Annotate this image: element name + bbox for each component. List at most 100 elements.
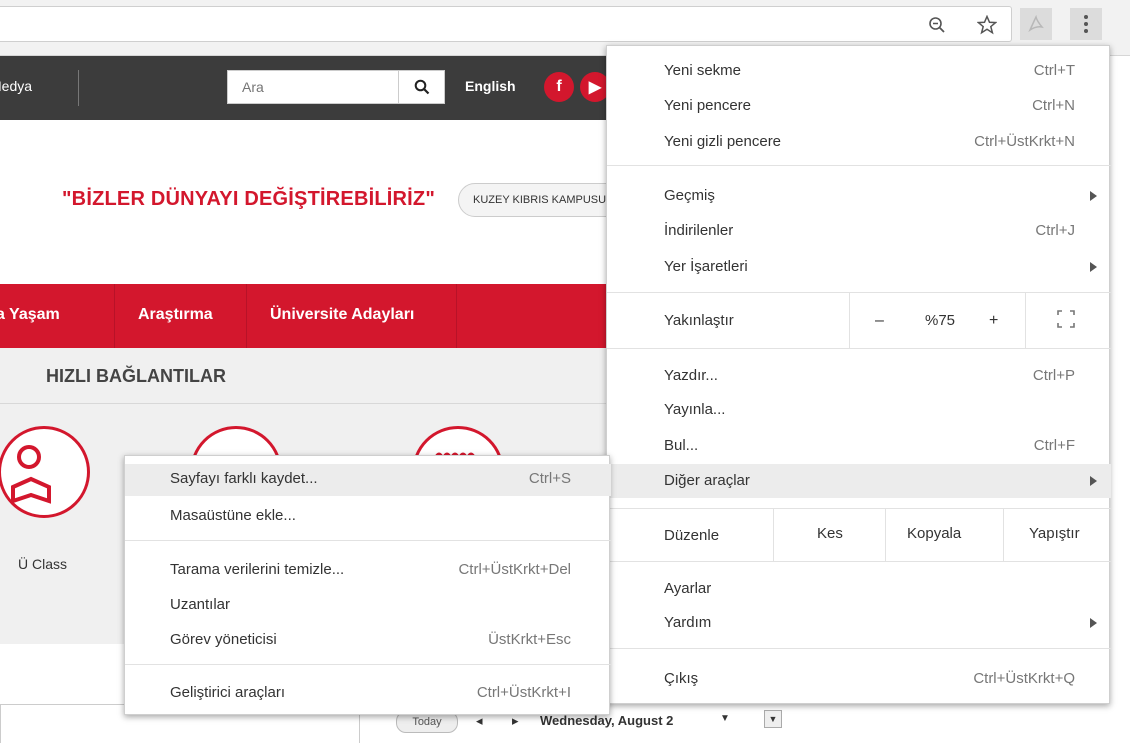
search-icon [414,79,429,95]
menu-item-shortcut: Ctrl+F [1033,437,1075,454]
nav-divider [456,284,457,348]
calendar-dropdown-icon[interactable]: ▼ [720,713,730,735]
quick-link-label[interactable]: Ü Class [18,556,67,572]
submenu-clear-browsing-data[interactable]: Tarama verilerini temizle... Ctrl+ÜstKrk… [125,555,611,585]
submenu-arrow-icon [1090,476,1097,486]
submenu-item-label: Sayfayı farklı kaydet... [170,470,318,487]
quick-links-header: HIZLI BAĞLANTILAR [0,348,640,404]
menu-item-label: İndirilenler [664,222,734,239]
search-input[interactable] [228,71,398,103]
menu-exit[interactable]: Çıkış Ctrl+ÜstKrkt+Q [607,664,1111,694]
menu-bookmarks[interactable]: Yer İşaretleri [607,252,1111,282]
quick-links-title: HIZLI BAĞLANTILAR [46,366,226,386]
submenu-arrow-icon [1090,262,1097,272]
menu-item-label: Bul... [664,437,699,454]
submenu-item-label: Tarama verilerini temizle... [170,561,345,578]
zoom-out-icon[interactable] [926,14,948,36]
menu-new-tab[interactable]: Yeni sekme Ctrl+T [607,56,1111,86]
menu-find[interactable]: Bul... Ctrl+F [607,431,1111,461]
language-link[interactable]: English [465,78,516,94]
menu-separator [607,648,1111,649]
menu-item-shortcut: Ctrl+J [1035,222,1075,239]
address-bar[interactable] [0,6,1012,42]
menu-settings[interactable]: Ayarlar [607,574,1111,604]
class-link-icon[interactable] [0,426,90,518]
menu-downloads[interactable]: İndirilenler Ctrl+J [607,216,1111,246]
calendar-prev-icon[interactable]: ◂ [476,713,483,735]
submenu-separator [125,540,611,541]
menu-item-label: Diğer araçlar [664,472,750,489]
menu-item-label: Yer İşaretleri [664,258,748,275]
site-search [227,70,445,104]
menu-item-label: Yeni pencere [664,97,752,114]
submenu-item-shortcut: Ctrl+S [528,470,571,487]
menu-more-tools[interactable]: Diğer araçlar [607,464,1111,498]
submenu-developer-tools[interactable]: Geliştirici araçları Ctrl+ÜstKrkt+I [125,678,611,708]
menu-new-incognito[interactable]: Yeni gizli pencere Ctrl+ÜstKrkt+N [607,127,1111,157]
submenu-arrow-icon [1090,191,1097,201]
submenu-item-shortcut: ÜstKrkt+Esc [488,631,571,648]
menu-item-shortcut: Ctrl+N [1032,97,1075,114]
main-nav: a Yaşam Araştırma Üniversite Adayları [0,284,640,348]
submenu-extensions[interactable]: Uzantılar [125,590,611,620]
submenu-add-to-desktop[interactable]: Masaüstüne ekle... [125,501,611,531]
zoom-out-button[interactable]: – [875,312,884,330]
zoom-label: Yakınlaştır [664,312,734,329]
menu-separator [607,165,1111,166]
zoom-level: %75 [925,312,956,329]
edit-divider [773,509,774,561]
submenu-item-label: Görev yöneticisi [170,631,277,648]
facebook-icon[interactable]: f [544,72,574,102]
calendar-date[interactable]: Wednesday, August 2 [540,713,673,735]
more-tools-submenu: Sayfayı farklı kaydet... Ctrl+S Masaüstü… [124,455,611,715]
calendar-next-icon[interactable]: ▸ [512,713,519,735]
search-button[interactable] [398,71,444,103]
menu-item-shortcut: Ctrl+ÜstKrkt+Q [973,670,1075,687]
zoom-divider [1025,292,1026,348]
submenu-item-label: Geliştirici araçları [170,684,286,701]
menu-print[interactable]: Yazdır... Ctrl+P [607,361,1111,391]
more-vert-icon[interactable] [1070,8,1102,40]
menu-item-label: Yeni sekme [664,62,741,79]
submenu-task-manager[interactable]: Görev yöneticisi ÜstKrkt+Esc [125,625,611,655]
menu-item-shortcut: Ctrl+P [1032,367,1075,384]
nav-item-candidates[interactable]: Üniversite Adayları [270,306,414,324]
menu-item-shortcut: Ctrl+ÜstKrkt+N [974,133,1075,150]
submenu-arrow-icon [1090,618,1097,628]
menu-item-label: Yazdır... [664,367,718,384]
calendar-menu-icon[interactable]: ▼ [764,710,782,728]
menu-item-label: Ayarlar [664,580,712,597]
menu-help[interactable]: Yardım [607,608,1111,638]
submenu-separator [125,664,611,665]
menu-separator [607,561,1111,562]
chrome-main-menu: Yeni sekme Ctrl+T Yeni pencere Ctrl+N Ye… [606,45,1111,704]
edit-divider [885,509,886,561]
menu-item-label: Geçmiş [664,187,715,204]
zoom-divider [849,292,850,348]
nav-divider [246,284,247,348]
menu-item-label: Yardım [664,614,712,631]
submenu-item-shortcut: Ctrl+ÜstKrkt+Del [458,561,571,578]
menu-new-window[interactable]: Yeni pencere Ctrl+N [607,91,1111,121]
nav-item-campus-life[interactable]: a Yaşam [0,306,60,324]
copy-button[interactable]: Kopyala [907,525,961,542]
menu-cast[interactable]: Yayınla... [607,395,1111,425]
media-link[interactable]: Medya [0,78,32,94]
submenu-item-label: Masaüstüne ekle... [170,507,296,524]
submenu-save-page[interactable]: Sayfayı farklı kaydet... Ctrl+S [125,464,611,496]
site-topbar: Medya English f ▶ [0,56,640,120]
nav-item-research[interactable]: Araştırma [138,306,213,324]
menu-separator [607,348,1111,349]
nav-divider [114,284,115,348]
menu-zoom-row: Yakınlaştır – %75 + [607,292,1111,348]
edit-label: Düzenle [664,527,720,544]
paste-button[interactable]: Yapıştır [1029,525,1080,542]
pdf-extension-icon[interactable] [1020,8,1052,40]
cut-button[interactable]: Kes [817,525,843,542]
menu-item-label: Yeni gizli pencere [664,133,782,150]
star-icon[interactable] [976,14,998,36]
slogan: "BİZLER DÜNYAYI DEĞİŞTİREBİLİRİZ" [62,188,436,210]
zoom-in-button[interactable]: + [989,312,998,330]
fullscreen-icon[interactable] [1057,310,1075,332]
menu-history[interactable]: Geçmiş [607,181,1111,211]
